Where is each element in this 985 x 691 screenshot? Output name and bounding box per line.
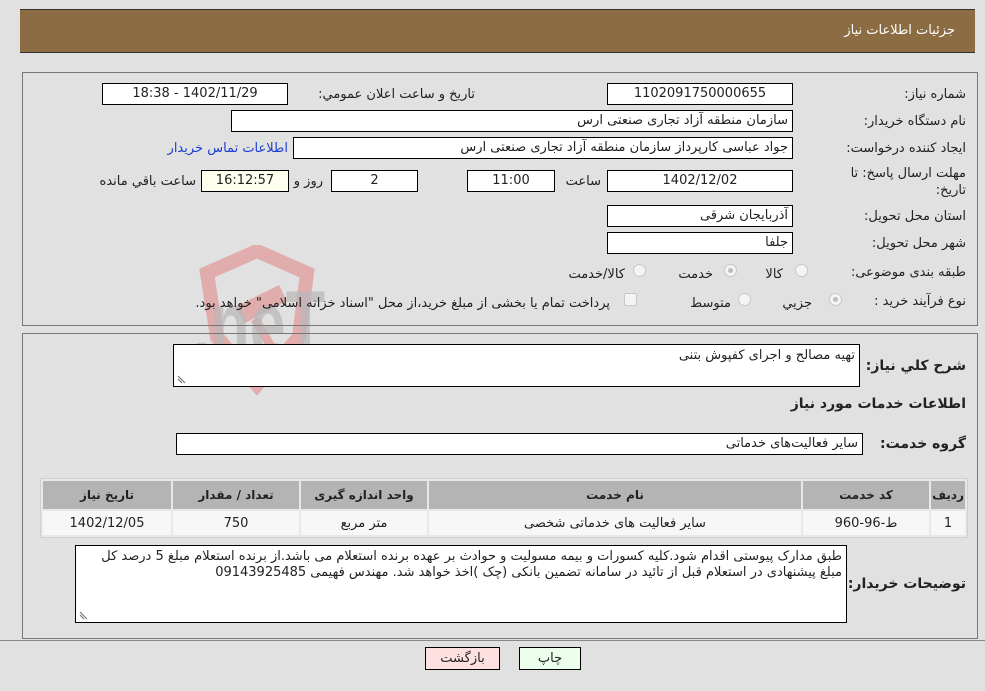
need-number-label: شماره نياز: [904,87,966,102]
announce-date-field[interactable]: 1402/11/29 - 18:38 [102,83,288,105]
services-table: رديف کد خدمت نام خدمت واحد اندازه گيری ت… [40,478,968,538]
back-button[interactable]: بازگشت [425,647,500,670]
deadline-label: مهلت ارسال پاسخ: تا تاريخ: [851,165,966,199]
page-title: جزئيات اطلاعات نياز [844,23,955,38]
col-quantity: تعداد / مقدار [173,481,299,509]
deadline-time-label: ساعت [565,174,601,189]
col-row-number: رديف [931,481,965,509]
table-row: 1 ط-96-960 ساير فعاليت های خدماتی شخصی م… [43,511,965,535]
creator-field[interactable]: جواد عباسی کارپرداز سازمان منطقه آزاد تج… [293,137,793,159]
print-button[interactable]: چاپ [519,647,581,670]
remaining-label: ساعت باقي مانده [99,174,196,189]
buyer-notes-label: توضيحات خريدار: [847,576,966,592]
cell-quantity: 750 [173,511,299,535]
col-service-code: کد خدمت [803,481,929,509]
resize-grip-icon[interactable] [177,375,186,384]
days-remaining-field[interactable]: 2 [331,170,418,192]
deadline-label-line1: مهلت ارسال پاسخ: تا [850,166,966,181]
province-label: استان محل تحويل: [864,209,966,224]
creator-label: ايجاد کننده درخواست: [846,141,966,156]
city-field[interactable]: جلفا [607,232,793,254]
buyer-contact-link[interactable]: اطلاعات تماس خريدار [168,141,288,156]
category-option-goods-service: کالا/خدمت [568,267,625,282]
category-option-goods: کالا [765,267,783,282]
category-radio-service[interactable] [724,264,737,277]
category-label: طبقه بندی موضوعی: [850,265,966,280]
summary-textarea[interactable]: تهيه مصالح و اجرای کفپوش بتنی [173,344,860,387]
time-remaining-field[interactable]: 16:12:57 [201,170,289,192]
cell-unit: متر مربع [301,511,427,535]
footer-divider [0,640,985,641]
buyer-notes-text: طبق مدارک پیوستی اقدام شود.کلیه کسورات و… [101,549,842,580]
deadline-label-line2: تاريخ: [935,183,966,198]
process-option-minor: جزيي [782,296,812,311]
need-number-field[interactable]: 1102091750000655 [607,83,793,105]
cell-row-number: 1 [931,511,965,535]
buyer-org-field[interactable]: سازمان منطقه آزاد تجاری صنعتی ارس [231,110,793,132]
process-option-medium: متوسط [690,296,731,311]
category-radio-goods-service[interactable] [633,264,646,277]
col-need-date: تاريخ نياز [43,481,171,509]
announce-date-label: تاريخ و ساعت اعلان عمومي: [318,87,475,102]
process-radio-minor[interactable] [829,293,842,306]
resize-grip-icon[interactable] [79,611,88,620]
buyer-notes-textarea[interactable]: طبق مدارک پیوستی اقدام شود.کلیه کسورات و… [75,545,847,623]
deadline-time-field[interactable]: 11:00 [467,170,555,192]
category-option-service: خدمت [678,267,713,282]
treasury-checkbox[interactable] [624,293,637,306]
col-service-name: نام خدمت [429,481,801,509]
service-group-field[interactable]: ساير فعاليت‌های خدماتی [176,433,863,455]
treasury-note: پرداخت تمام يا بخشی از مبلغ خريد،از محل … [195,296,610,311]
table-header-row: رديف کد خدمت نام خدمت واحد اندازه گيری ت… [43,481,965,509]
cell-service-name: ساير فعاليت های خدماتی شخصی [429,511,801,535]
city-label: شهر محل تحويل: [871,236,966,251]
days-label: روز و [293,174,323,189]
process-label: نوع فرآيند خريد : [874,294,966,309]
summary-text: تهيه مصالح و اجرای کفپوش بتنی [678,348,855,363]
page-header: جزئيات اطلاعات نياز [20,9,975,53]
province-field[interactable]: آذربایجان شرقی [607,205,793,227]
service-group-label: گروه خدمت: [880,436,966,452]
summary-label: شرح کلي نياز: [865,358,966,374]
process-radio-medium[interactable] [738,293,751,306]
services-heading: اطلاعات خدمات مورد نياز [790,396,966,412]
category-radio-goods[interactable] [795,264,808,277]
cell-need-date: 1402/12/05 [43,511,171,535]
cell-service-code: ط-96-960 [803,511,929,535]
deadline-date-field[interactable]: 1402/12/02 [607,170,793,192]
col-unit: واحد اندازه گيری [301,481,427,509]
buyer-org-label: نام دستگاه خريدار: [863,114,966,129]
